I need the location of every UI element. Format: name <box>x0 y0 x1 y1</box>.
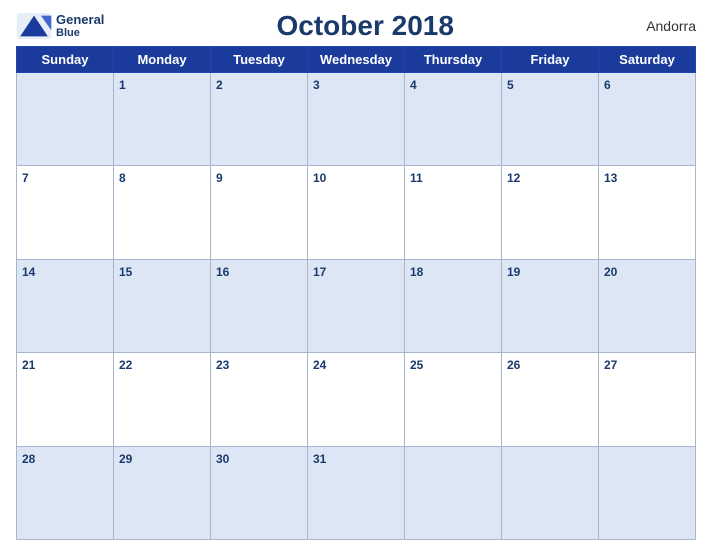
calendar-day-cell: 11 <box>405 166 502 259</box>
calendar-day-cell: 6 <box>599 73 696 166</box>
calendar-day-cell: 17 <box>308 259 405 352</box>
day-number: 26 <box>507 358 520 372</box>
calendar-day-cell: 13 <box>599 166 696 259</box>
day-number: 28 <box>22 452 35 466</box>
calendar-week-row: 14 15 16 17 18 19 20 <box>17 259 696 352</box>
logo-icon <box>16 13 52 39</box>
calendar-day-cell: 15 <box>114 259 211 352</box>
day-number: 11 <box>410 171 423 185</box>
day-number: 8 <box>119 171 126 185</box>
day-number: 29 <box>119 452 132 466</box>
weekday-header-row: SundayMondayTuesdayWednesdayThursdayFrid… <box>17 47 696 73</box>
calendar-day-cell: 25 <box>405 353 502 446</box>
calendar-day-cell: 14 <box>17 259 114 352</box>
calendar-body: 1234567891011121314151617181920212223242… <box>17 73 696 540</box>
calendar-day-cell: 4 <box>405 73 502 166</box>
weekday-header-friday: Friday <box>502 47 599 73</box>
calendar-day-cell: 7 <box>17 166 114 259</box>
day-number: 12 <box>507 171 520 185</box>
calendar-header-row: SundayMondayTuesdayWednesdayThursdayFrid… <box>17 47 696 73</box>
calendar-week-row: 21 22 23 24 25 26 27 <box>17 353 696 446</box>
calendar-day-cell: 21 <box>17 353 114 446</box>
calendar-day-cell <box>17 73 114 166</box>
calendar-day-cell: 30 <box>211 446 308 539</box>
country-label: Andorra <box>626 18 696 34</box>
logo-general-text: General <box>56 13 104 27</box>
weekday-header-tuesday: Tuesday <box>211 47 308 73</box>
calendar-day-cell: 29 <box>114 446 211 539</box>
calendar-day-cell: 23 <box>211 353 308 446</box>
day-number: 7 <box>22 171 29 185</box>
calendar-day-cell: 26 <box>502 353 599 446</box>
calendar-table: SundayMondayTuesdayWednesdayThursdayFrid… <box>16 46 696 540</box>
day-number: 31 <box>313 452 326 466</box>
day-number: 1 <box>119 78 126 92</box>
calendar-day-cell: 16 <box>211 259 308 352</box>
calendar-day-cell: 5 <box>502 73 599 166</box>
day-number: 24 <box>313 358 326 372</box>
day-number: 21 <box>22 358 35 372</box>
calendar-day-cell: 1 <box>114 73 211 166</box>
day-number: 5 <box>507 78 514 92</box>
calendar-day-cell: 9 <box>211 166 308 259</box>
day-number: 14 <box>22 265 35 279</box>
day-number: 13 <box>604 171 617 185</box>
day-number: 17 <box>313 265 326 279</box>
calendar-day-cell: 8 <box>114 166 211 259</box>
day-number: 15 <box>119 265 132 279</box>
day-number: 2 <box>216 78 223 92</box>
day-number: 30 <box>216 452 229 466</box>
weekday-header-monday: Monday <box>114 47 211 73</box>
day-number: 4 <box>410 78 417 92</box>
calendar-day-cell <box>502 446 599 539</box>
calendar-day-cell: 27 <box>599 353 696 446</box>
calendar-title: October 2018 <box>104 10 626 42</box>
calendar-week-row: 7 8 9 10 11 12 13 <box>17 166 696 259</box>
logo-area: General Blue <box>16 13 104 39</box>
calendar-day-cell: 12 <box>502 166 599 259</box>
calendar-day-cell: 20 <box>599 259 696 352</box>
calendar-header: General Blue October 2018 Andorra <box>16 10 696 42</box>
weekday-header-thursday: Thursday <box>405 47 502 73</box>
day-number: 20 <box>604 265 617 279</box>
day-number: 19 <box>507 265 520 279</box>
day-number: 9 <box>216 171 223 185</box>
calendar-day-cell: 28 <box>17 446 114 539</box>
calendar-day-cell: 3 <box>308 73 405 166</box>
day-number: 27 <box>604 358 617 372</box>
day-number: 3 <box>313 78 320 92</box>
calendar-day-cell: 10 <box>308 166 405 259</box>
day-number: 18 <box>410 265 423 279</box>
weekday-header-wednesday: Wednesday <box>308 47 405 73</box>
weekday-header-saturday: Saturday <box>599 47 696 73</box>
calendar-day-cell: 22 <box>114 353 211 446</box>
day-number: 10 <box>313 171 326 185</box>
day-number: 23 <box>216 358 229 372</box>
day-number: 6 <box>604 78 611 92</box>
day-number: 25 <box>410 358 423 372</box>
calendar-day-cell <box>405 446 502 539</box>
day-number: 16 <box>216 265 229 279</box>
calendar-day-cell: 2 <box>211 73 308 166</box>
calendar-week-row: 28 29 30 31 <box>17 446 696 539</box>
calendar-day-cell: 18 <box>405 259 502 352</box>
logo-text-block: General Blue <box>56 13 104 39</box>
day-number: 22 <box>119 358 132 372</box>
calendar-day-cell: 24 <box>308 353 405 446</box>
weekday-header-sunday: Sunday <box>17 47 114 73</box>
calendar-day-cell: 31 <box>308 446 405 539</box>
calendar-day-cell: 19 <box>502 259 599 352</box>
calendar-week-row: 1 2 3 4 5 6 <box>17 73 696 166</box>
calendar-day-cell <box>599 446 696 539</box>
logo-blue-text: Blue <box>56 27 104 39</box>
